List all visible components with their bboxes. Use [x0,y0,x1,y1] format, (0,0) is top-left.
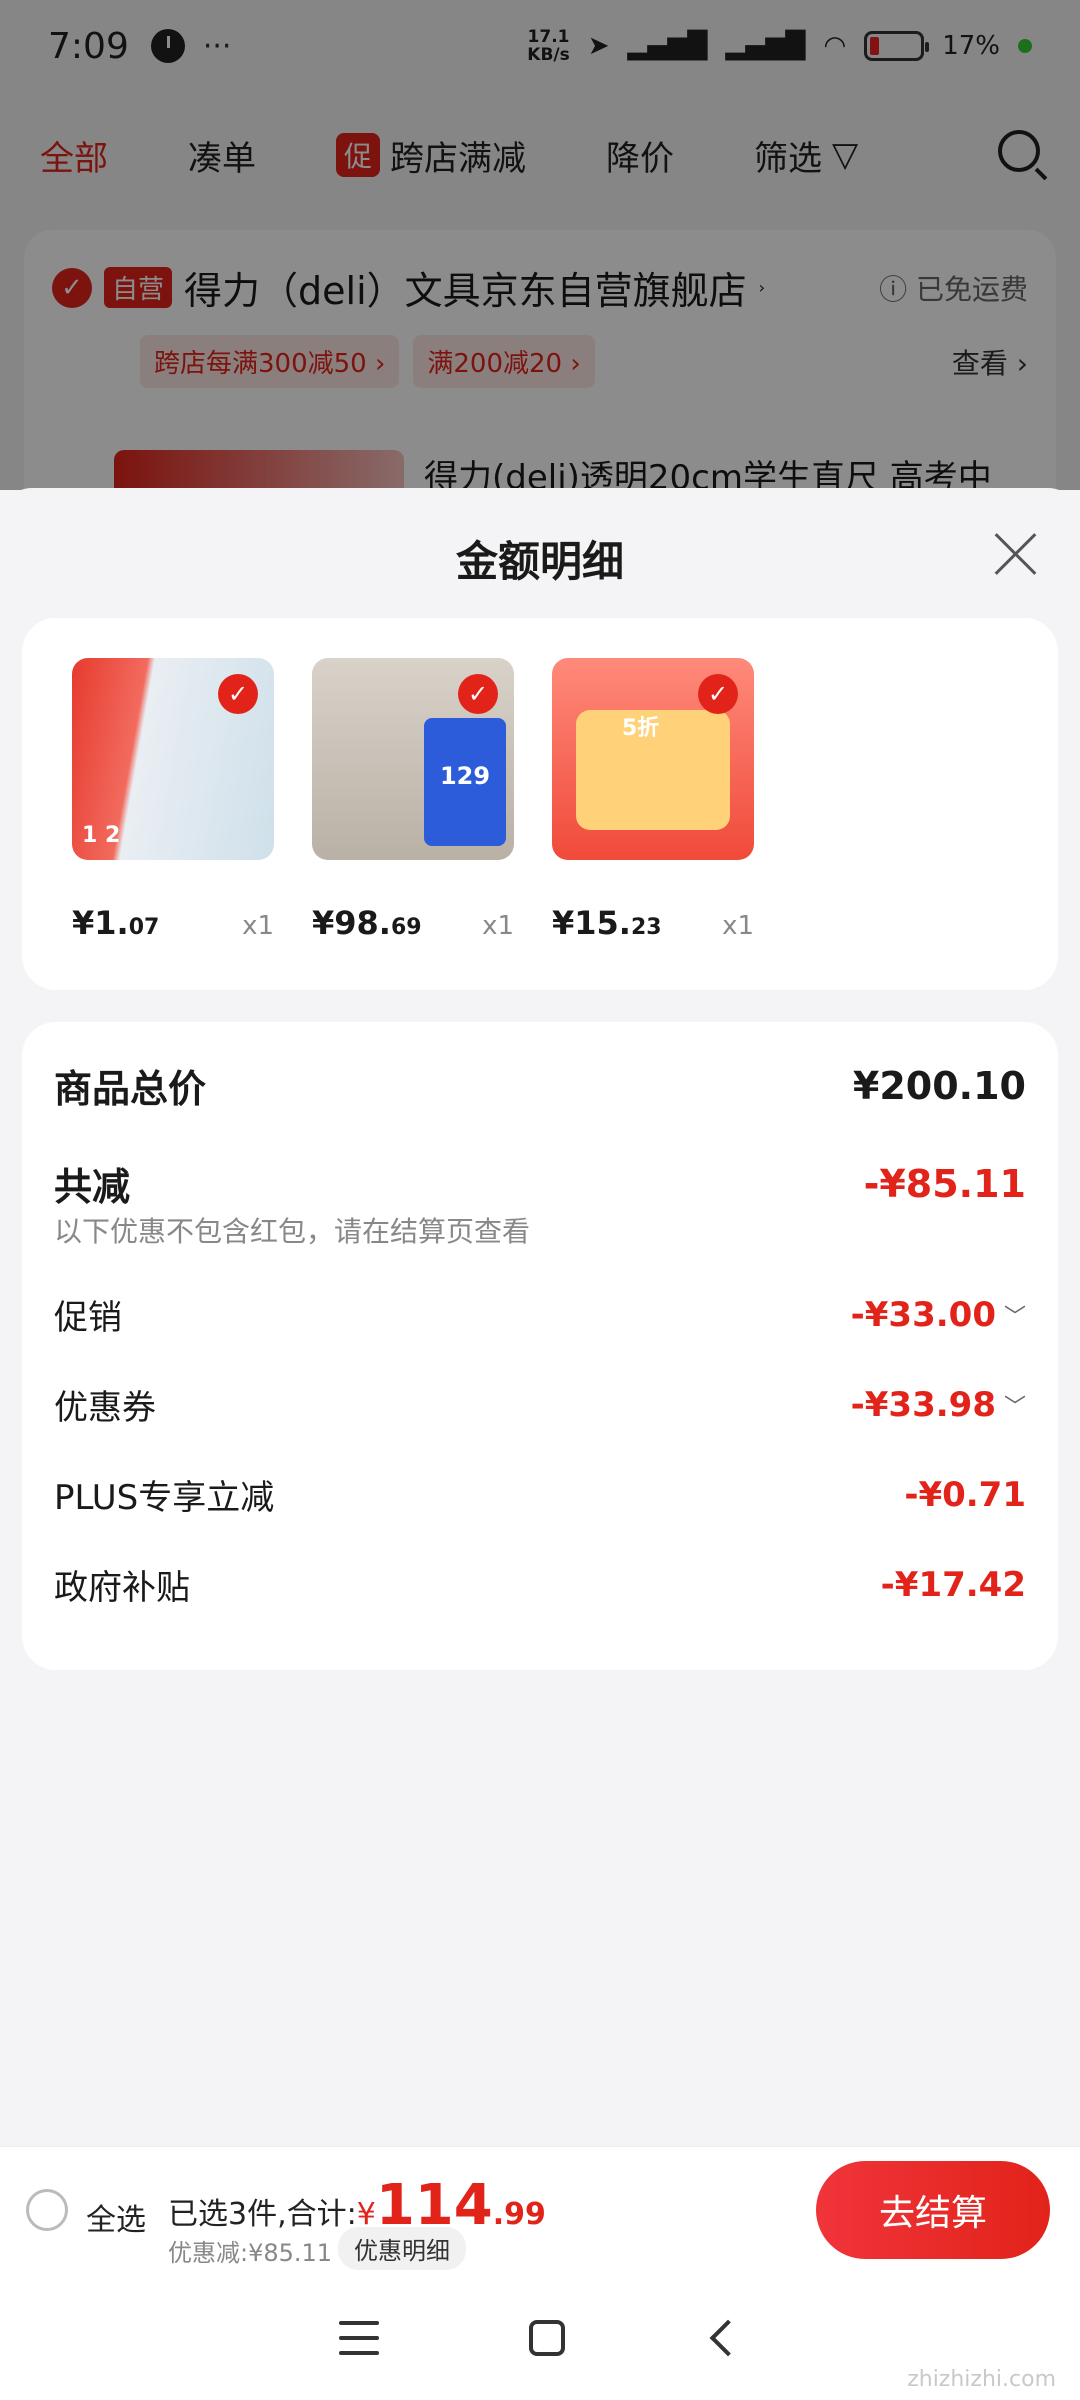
product-qty: x1 [482,911,514,941]
modal-overlay[interactable] [0,0,1080,490]
product-thumbnail: 5折 ✓ [552,658,754,860]
subsidy-row: 政府补贴 -¥17.42 [54,1564,1026,1609]
sheet-title: 金额明细 [455,537,624,586]
discount-detail-button[interactable]: 优惠明细 [338,2227,466,2270]
menu-icon[interactable] [339,2321,379,2355]
check-icon: ✓ [218,674,258,714]
checkout-button[interactable]: 去结算 [816,2161,1050,2259]
total-reduce-row: 共减 -¥85.11 [54,1161,1026,1210]
discount-note: 以下优惠不包含红包，请在结算页查看 [54,1215,531,1248]
chevron-down-icon: ﹀ [1003,1304,1026,1330]
chevron-down-icon: ﹀ [1003,1394,1026,1420]
back-icon[interactable] [709,2319,747,2357]
select-all-checkbox[interactable] [26,2189,68,2231]
check-icon: ✓ [698,674,738,714]
amount-detail-sheet: 金额明细 1 2 ✓ ¥1.07 x1 129 ✓ ¥98.69 x1 5折 ✓… [0,488,1080,2400]
plus-discount-row: PLUS专享立减 -¥0.71 [54,1474,1026,1519]
coupon-row[interactable]: 优惠券 -¥33.98 ﹀ [54,1380,1026,1429]
check-icon: ✓ [458,674,498,714]
product-price: ¥15.23 [552,904,662,942]
discount-amount: 优惠减:¥85.11 [168,2239,333,2267]
close-icon[interactable] [992,530,1040,578]
total-price-value: ¥200.10 [852,1063,1026,1108]
product-price: ¥1.07 [72,904,160,942]
price-summary-card: 商品总价 ¥200.10 共减 -¥85.11 以下优惠不包含红包，请在结算页查… [22,1022,1058,1670]
select-all-label[interactable]: 全选 [86,2195,146,2239]
product-qty: x1 [242,911,274,941]
total-price-row: 商品总价 ¥200.10 [54,1063,1026,1112]
product-thumbnail: 1 2 ✓ [72,658,274,860]
product-item[interactable]: 129 ✓ ¥98.69 x1 [312,658,514,950]
home-icon[interactable] [529,2320,565,2356]
total-reduce-value: -¥85.11 [863,1161,1026,1206]
product-qty: x1 [722,911,754,941]
checkout-bar: 全选 已选3件,合计: ¥ 114 .99 优惠减:¥85.11 优惠明细 去结… [0,2146,1080,2276]
product-thumbnail: 129 ✓ [312,658,514,860]
product-price: ¥98.69 [312,904,422,942]
product-item[interactable]: 5折 ✓ ¥15.23 x1 [552,658,754,950]
product-item[interactable]: 1 2 ✓ ¥1.07 x1 [72,658,274,950]
products-card: 1 2 ✓ ¥1.07 x1 129 ✓ ¥98.69 x1 5折 ✓ ¥15.… [22,618,1058,990]
promotion-row[interactable]: 促销 -¥33.00 ﹀ [54,1290,1026,1339]
watermark: zhizhizhi.com [907,2367,1056,2392]
